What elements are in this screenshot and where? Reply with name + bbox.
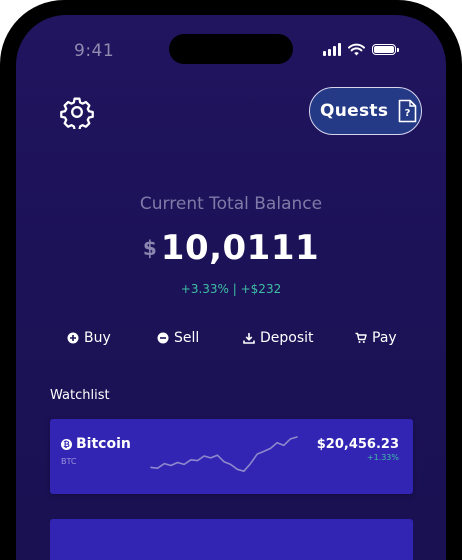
status-icons [323, 42, 399, 56]
sell-label: Sell [174, 330, 200, 346]
pay-label: Pay [372, 330, 397, 346]
coin-price: $20,456.23 [316, 437, 399, 452]
coin-change: +1.33% [366, 453, 399, 462]
svg-text:?: ? [405, 108, 411, 119]
sell-button[interactable]: Sell [157, 330, 199, 346]
plus-circle-icon [67, 332, 79, 344]
coin-name: ₿ Bitcoin [61, 436, 131, 452]
total-balance: $10,0111 [16, 228, 446, 268]
sparkline-line [150, 436, 298, 472]
app-screen: 9:41 Quests ? Current Total Balance $ 10… [16, 15, 446, 560]
pay-button[interactable]: Pay [355, 330, 397, 346]
bitcoin-icon: ₿ [61, 438, 72, 450]
phone-frame: 9:41 Quests ? Current Total Balance $ 10… [0, 0, 462, 560]
deposit-label: Deposit [260, 330, 314, 346]
cart-icon [355, 332, 367, 343]
buy-label: Buy [84, 330, 111, 346]
quests-button[interactable]: Quests ? [309, 87, 422, 135]
watchlist-item-bitcoin[interactable]: ₿ Bitcoin BTC $20,456.23 +1.33% [50, 419, 413, 494]
wifi-icon [348, 43, 365, 55]
quests-label: Quests [320, 101, 389, 121]
coin-symbol: BTC [61, 457, 77, 466]
balance-amount: 10,0111 [160, 228, 320, 268]
download-icon [243, 333, 255, 344]
currency-symbol: $ [142, 236, 157, 260]
price-sparkline [150, 436, 298, 472]
signal-icon [323, 42, 341, 56]
deposit-button[interactable]: Deposit [243, 330, 314, 346]
status-time: 9:41 [74, 41, 115, 61]
dynamic-island [169, 34, 293, 64]
battery-icon [372, 43, 399, 55]
minus-circle-icon [157, 332, 169, 344]
quest-document-icon: ? [398, 99, 417, 123]
watchlist-item-next[interactable] [50, 519, 413, 560]
settings-gear-icon[interactable] [60, 95, 94, 129]
buy-button[interactable]: Buy [67, 330, 111, 346]
coin-name-label: Bitcoin [76, 436, 131, 452]
balance-change: +3.33% | +$232 [180, 282, 282, 296]
balance-label: Current Total Balance [139, 194, 323, 214]
watchlist-title: Watchlist [50, 388, 110, 403]
